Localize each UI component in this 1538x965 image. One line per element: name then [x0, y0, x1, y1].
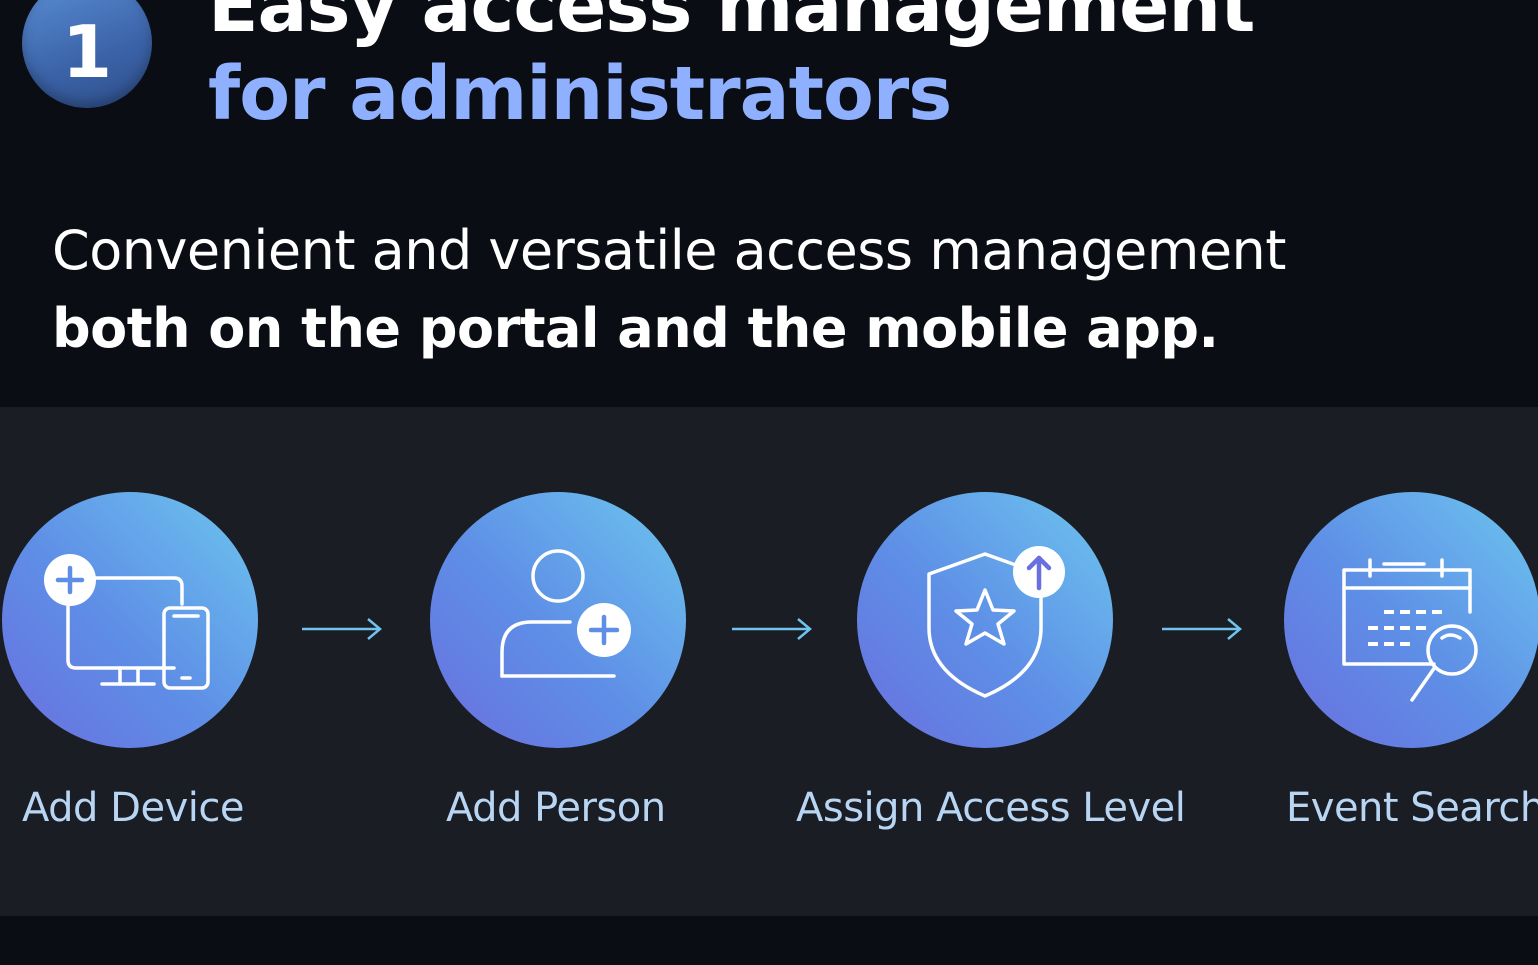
step-number-badge: 1 [22, 0, 152, 108]
title-line-2: for administrators [208, 51, 952, 137]
subtitle-line-1: Convenient and versatile access manageme… [52, 219, 1286, 282]
subtitle: Convenient and versatile access manageme… [52, 212, 1286, 368]
header-section: 1 Easy access management for administrat… [0, 0, 1538, 407]
device-add-icon [44, 554, 210, 690]
step-label-assign-access-level: Assign Access Level [796, 785, 1186, 831]
step-circle [430, 492, 686, 748]
step-circle [1284, 492, 1538, 748]
step-add-person [430, 492, 686, 748]
arrow-right-icon [302, 618, 382, 640]
step-add-device [2, 492, 258, 748]
arrow-right-icon [1162, 618, 1242, 640]
step-circle [2, 492, 258, 748]
calendar-search-icon [1342, 558, 1478, 702]
step-label-event-search: Event Search [1286, 785, 1538, 831]
workflow-panel: Add Device Add Person Assign Access Leve… [0, 407, 1538, 916]
step-label-add-person: Add Person [446, 785, 666, 831]
step-event-search [1284, 492, 1538, 748]
footer-band [0, 916, 1538, 965]
person-add-icon [500, 549, 631, 678]
step-number: 1 [61, 10, 113, 94]
subtitle-line-2: both on the portal and the mobile app. [52, 297, 1219, 360]
title-line-1: Easy access management [208, 0, 1255, 49]
step-label-add-device: Add Device [22, 785, 244, 831]
step-assign-access-level [857, 492, 1113, 748]
page-title: Easy access management for administrator… [208, 0, 1255, 138]
arrow-right-icon [732, 618, 812, 640]
step-circle [857, 492, 1113, 748]
shield-star-icon [927, 546, 1065, 698]
